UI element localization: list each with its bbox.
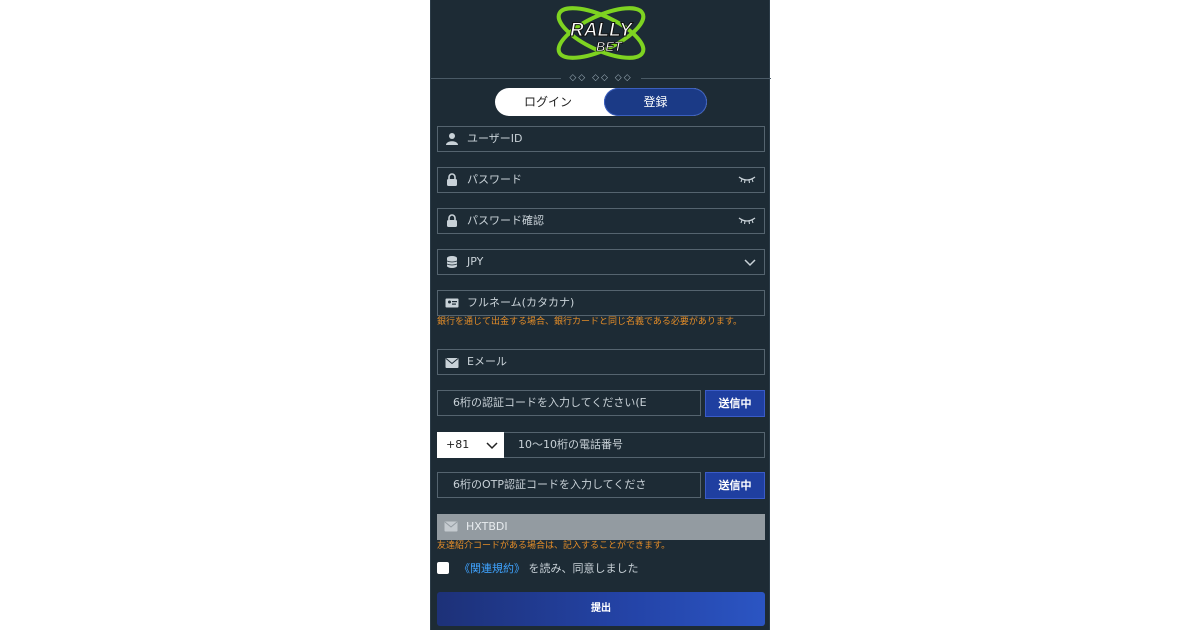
register-panel: RALLY BET ◇◇ ◇◇ ◇◇ ログイン 登録 ユーザーID パスワード … xyxy=(430,0,771,630)
terms-agreement: 《関連規約》 を読み、同意しました xyxy=(459,562,639,575)
otp-send-code-button[interactable]: 送信中 xyxy=(705,472,765,499)
currency-value: JPY xyxy=(467,255,484,268)
currency-select[interactable]: JPY xyxy=(437,249,765,275)
rallybet-logo: RALLY BET xyxy=(556,6,646,60)
password-field[interactable]: パスワード xyxy=(437,167,765,193)
submit-button[interactable]: 提出 xyxy=(437,592,765,626)
database-icon xyxy=(446,256,458,268)
referral-hint: 友達紹介コードがある場合は、記入することができます。 xyxy=(437,541,671,551)
otp-code-input[interactable]: 6桁のOTP認証コードを入力してくださ xyxy=(437,472,701,498)
terms-text: を読み、同意しました xyxy=(528,562,639,575)
tab-login[interactable]: ログイン xyxy=(495,88,601,116)
tab-register[interactable]: 登録 xyxy=(604,88,707,116)
email-field[interactable]: Eメール xyxy=(437,349,765,375)
full-name-field[interactable]: フルネーム(カタカナ) xyxy=(437,290,765,316)
email-code-input[interactable]: 6桁の認証コードを入力してください(E xyxy=(437,390,701,416)
eye-closed-icon[interactable] xyxy=(738,216,756,226)
logo-text-bet: BET xyxy=(596,39,623,54)
user-id-field[interactable]: ユーザーID xyxy=(437,126,765,152)
password-placeholder: パスワード xyxy=(467,173,522,186)
terms-link[interactable]: 《関連規約》 xyxy=(459,562,525,575)
full-name-placeholder: フルネーム(カタカナ) xyxy=(467,296,575,309)
eye-closed-icon[interactable] xyxy=(738,175,756,185)
user-icon xyxy=(446,133,458,145)
referral-code-value: HXTBDI xyxy=(466,520,508,533)
ornament-divider: ◇◇ ◇◇ ◇◇ xyxy=(431,72,771,84)
referral-code-field: HXTBDI xyxy=(437,514,765,540)
chevron-down-icon xyxy=(486,442,498,450)
envelope-icon xyxy=(444,521,458,532)
user-id-placeholder: ユーザーID xyxy=(467,132,523,145)
auth-tab-toggle: ログイン 登録 xyxy=(495,88,707,116)
logo-text-rally: RALLY xyxy=(570,20,634,41)
country-code-value: +81 xyxy=(446,438,470,451)
email-placeholder: Eメール xyxy=(467,355,507,368)
password-confirm-field[interactable]: パスワード確認 xyxy=(437,208,765,234)
email-send-code-button[interactable]: 送信中 xyxy=(705,390,765,417)
terms-checkbox[interactable] xyxy=(437,562,449,574)
id-card-icon xyxy=(445,298,459,308)
envelope-icon xyxy=(445,358,459,368)
lock-icon xyxy=(447,173,457,186)
phone-input[interactable]: 10～10桁の電話番号 xyxy=(504,432,765,458)
password-confirm-placeholder: パスワード確認 xyxy=(467,214,544,227)
country-code-select[interactable]: +81 xyxy=(437,432,504,458)
chevron-down-icon xyxy=(744,259,756,267)
lock-icon xyxy=(447,214,457,227)
full-name-hint: 銀行を通じて出金する場合、銀行カードと同じ名義である必要があります。 xyxy=(437,317,743,327)
